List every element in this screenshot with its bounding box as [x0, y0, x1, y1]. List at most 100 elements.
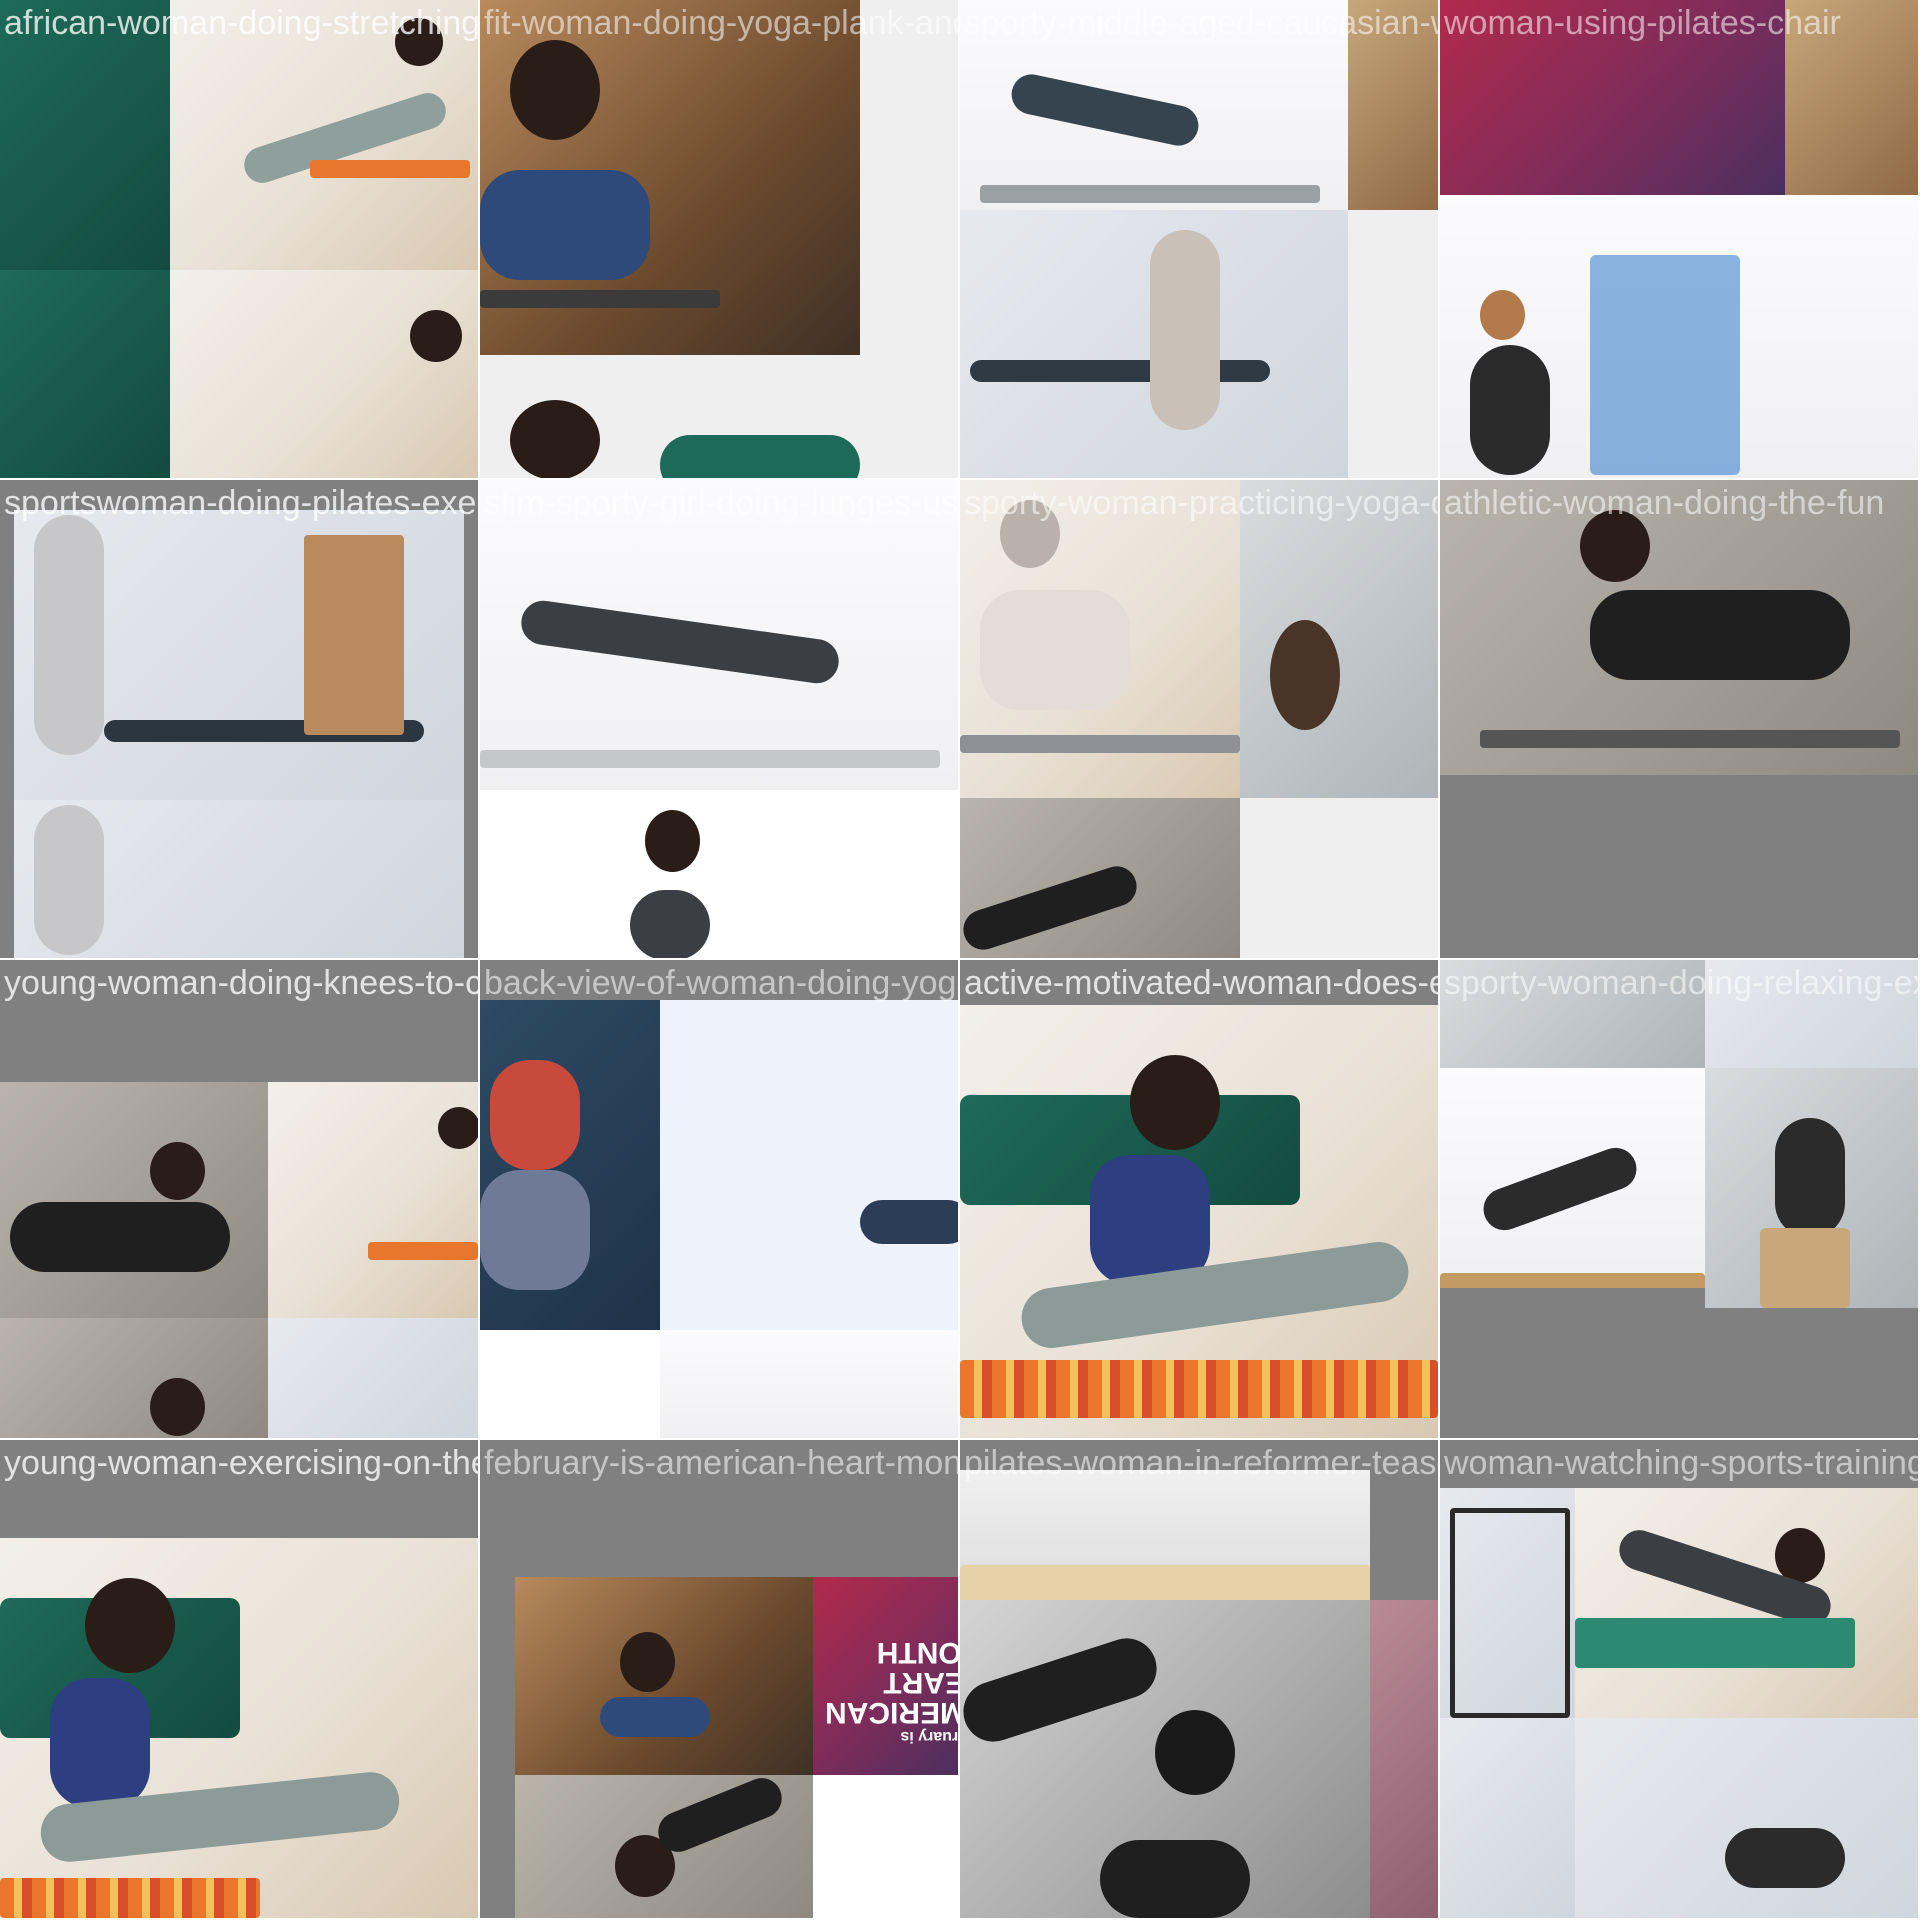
person-figure	[150, 1378, 205, 1436]
photo-thumbnail[interactable]	[960, 798, 1240, 958]
person-figure	[510, 40, 600, 140]
photo-thumbnail[interactable]	[515, 1577, 813, 1775]
wall-bars	[304, 535, 404, 735]
image-tile[interactable]: sporty-woman-practicing-yoga-doing-the	[960, 480, 1438, 958]
yoga-mat	[480, 750, 940, 768]
photo-thumbnail[interactable]	[1348, 210, 1438, 478]
image-tile[interactable]: fit-woman-doing-yoga-plank-and-drinking	[480, 0, 958, 478]
person-figure	[480, 170, 650, 280]
yoga-mat	[960, 1360, 1438, 1418]
person-figure	[1150, 230, 1220, 430]
pilates-tower	[1450, 1508, 1570, 1718]
image-tile[interactable]: athletic-woman-doing-the-fun	[1440, 480, 1918, 958]
pilates-chair	[1760, 1228, 1850, 1308]
yoga-mat	[980, 185, 1320, 203]
photo-thumbnail[interactable]	[1440, 1488, 1575, 1718]
image-tile[interactable]: sporty-woman-doing-relaxing-exercises	[1440, 960, 1918, 1438]
reformer-machine	[1440, 1273, 1705, 1288]
photo-thumbnail[interactable]	[0, 1082, 268, 1318]
photo-thumbnail[interactable]	[1440, 1718, 1575, 1918]
photo-thumbnail[interactable]	[515, 1775, 813, 1918]
photo-thumbnail[interactable]	[14, 510, 464, 800]
image-filename: back-view-of-woman-doing-yoga.jpg	[484, 964, 958, 1002]
image-tile[interactable]: young-woman-exercising-on-the-floor-pila…	[0, 1440, 478, 1918]
photo-thumbnail[interactable]	[1440, 480, 1918, 775]
person-figure	[1590, 590, 1850, 680]
image-filename: woman-using-pilates-chair	[1444, 4, 1841, 42]
heart-month-line: February is	[900, 1728, 958, 1745]
photo-thumbnail[interactable]	[480, 1000, 660, 1330]
image-filename: sporty-middle-aged-caucasian-woman-doing	[964, 4, 1438, 42]
image-tile[interactable]: back-view-of-woman-doing-yoga.jpg	[480, 960, 958, 1438]
image-filename: young-woman-doing-knees-to-chest-exercis…	[4, 964, 478, 1002]
photo-thumbnail[interactable]	[170, 270, 478, 478]
person-figure	[600, 1697, 710, 1737]
person-figure	[960, 861, 1142, 955]
photo-thumbnail[interactable]	[860, 0, 958, 355]
photo-thumbnail[interactable]	[0, 1538, 478, 1918]
photo-thumbnail[interactable]	[268, 1318, 478, 1438]
heart-month-line: MONTH	[876, 1636, 958, 1669]
yoga-mat	[960, 735, 1240, 753]
image-filename: woman-watching-sports-training	[1444, 1444, 1918, 1482]
person-figure	[438, 1107, 478, 1149]
image-tile[interactable]: sporty-middle-aged-caucasian-woman-doing	[960, 0, 1438, 478]
photo-thumbnail[interactable]	[960, 1470, 1370, 1600]
heart-month-text: February is AMERICAN HEART MONTH	[825, 1636, 958, 1745]
photo-thumbnail[interactable]	[480, 355, 958, 478]
photo-thumbnail[interactable]	[960, 1005, 1438, 1438]
reformer-machine	[960, 1565, 1370, 1600]
person-figure	[1470, 345, 1550, 475]
image-tile[interactable]: pilates-woman-in-reformer-teaser-exercis…	[960, 1440, 1438, 1918]
image-tile[interactable]: slim-sporty-girl-doing-lunges-using-dumb	[480, 480, 958, 958]
photo-thumbnail[interactable]	[1705, 1068, 1918, 1308]
yoga-mat	[1575, 1618, 1855, 1668]
person-figure	[1270, 620, 1340, 730]
photo-thumbnail[interactable]	[480, 790, 958, 958]
image-tile[interactable]: woman-watching-sports-training	[1440, 1440, 1918, 1918]
photo-thumbnail[interactable]: February is AMERICAN HEART MONTH	[813, 1577, 958, 1775]
photo-thumbnail[interactable]	[1440, 195, 1918, 478]
person-figure	[490, 1060, 580, 1170]
photo-thumbnail[interactable]	[0, 270, 170, 478]
image-tile[interactable]: sportswoman-doing-pilates-exercises-with	[0, 480, 478, 958]
photo-thumbnail[interactable]	[1440, 1068, 1705, 1288]
photo-thumbnail[interactable]	[0, 1318, 268, 1438]
photo-thumbnail[interactable]	[1370, 1600, 1438, 1918]
person-figure	[1477, 1141, 1643, 1237]
photo-thumbnail[interactable]	[14, 800, 464, 958]
heart-month-line: AMERICAN	[825, 1696, 958, 1729]
photo-thumbnail[interactable]	[660, 1000, 958, 1330]
photo-thumbnail[interactable]	[1575, 1488, 1918, 1718]
photo-thumbnail[interactable]	[1575, 1718, 1918, 1918]
person-figure	[1725, 1828, 1845, 1888]
image-tile[interactable]: woman-using-pilates-chair	[1440, 0, 1918, 478]
person-figure	[1775, 1118, 1845, 1238]
photo-thumbnail[interactable]	[960, 1600, 1370, 1918]
photo-thumbnail[interactable]	[480, 1330, 660, 1438]
person-figure	[1155, 1710, 1235, 1795]
image-tile[interactable]: February is AMERICAN HEART MONTH februar…	[480, 1440, 958, 1918]
photo-thumbnail[interactable]	[268, 1082, 478, 1318]
photo-thumbnail[interactable]	[660, 1330, 958, 1438]
person-figure	[34, 805, 104, 955]
person-figure	[518, 597, 842, 687]
photo-thumbnail[interactable]	[960, 210, 1348, 478]
image-tile[interactable]: african-woman-doing-stretching-at-home	[0, 0, 478, 478]
yoga-mat	[368, 1242, 478, 1260]
person-figure	[1090, 1155, 1210, 1285]
photo-thumbnail[interactable]	[480, 480, 958, 790]
reformer-machine	[970, 360, 1270, 382]
person-figure	[652, 1775, 788, 1858]
photo-thumbnail[interactable]	[1240, 480, 1438, 798]
image-filename: sporty-woman-doing-relaxing-exercises	[1444, 964, 1918, 1002]
photo-thumbnail[interactable]	[480, 0, 860, 355]
image-tile[interactable]: active-motivated-woman-does-exercises	[960, 960, 1438, 1438]
person-figure	[410, 310, 462, 362]
photo-thumbnail[interactable]	[1240, 798, 1438, 958]
photo-thumbnail[interactable]	[813, 1775, 958, 1918]
person-figure	[1480, 290, 1525, 340]
yoga-mat	[1480, 730, 1900, 748]
image-tile[interactable]: young-woman-doing-knees-to-chest-exercis…	[0, 960, 478, 1438]
photo-thumbnail[interactable]	[960, 480, 1240, 798]
